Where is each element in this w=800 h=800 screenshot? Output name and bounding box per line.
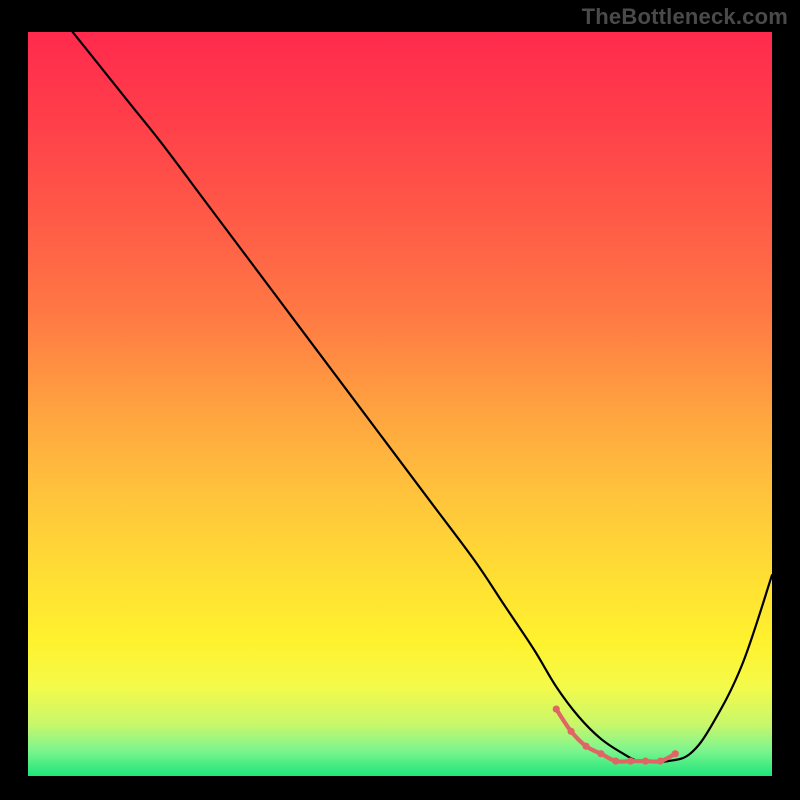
optimal-marker: [642, 758, 649, 765]
gradient-background: [28, 32, 772, 776]
chart-container: [28, 32, 772, 776]
optimal-marker: [553, 705, 560, 712]
optimal-marker: [612, 758, 619, 765]
optimal-marker: [672, 750, 679, 757]
bottleneck-chart: [28, 32, 772, 776]
optimal-marker: [657, 758, 664, 765]
watermark-text: TheBottleneck.com: [582, 4, 788, 30]
optimal-marker: [568, 728, 575, 735]
optimal-marker: [627, 758, 634, 765]
optimal-marker: [597, 750, 604, 757]
optimal-marker: [582, 743, 589, 750]
